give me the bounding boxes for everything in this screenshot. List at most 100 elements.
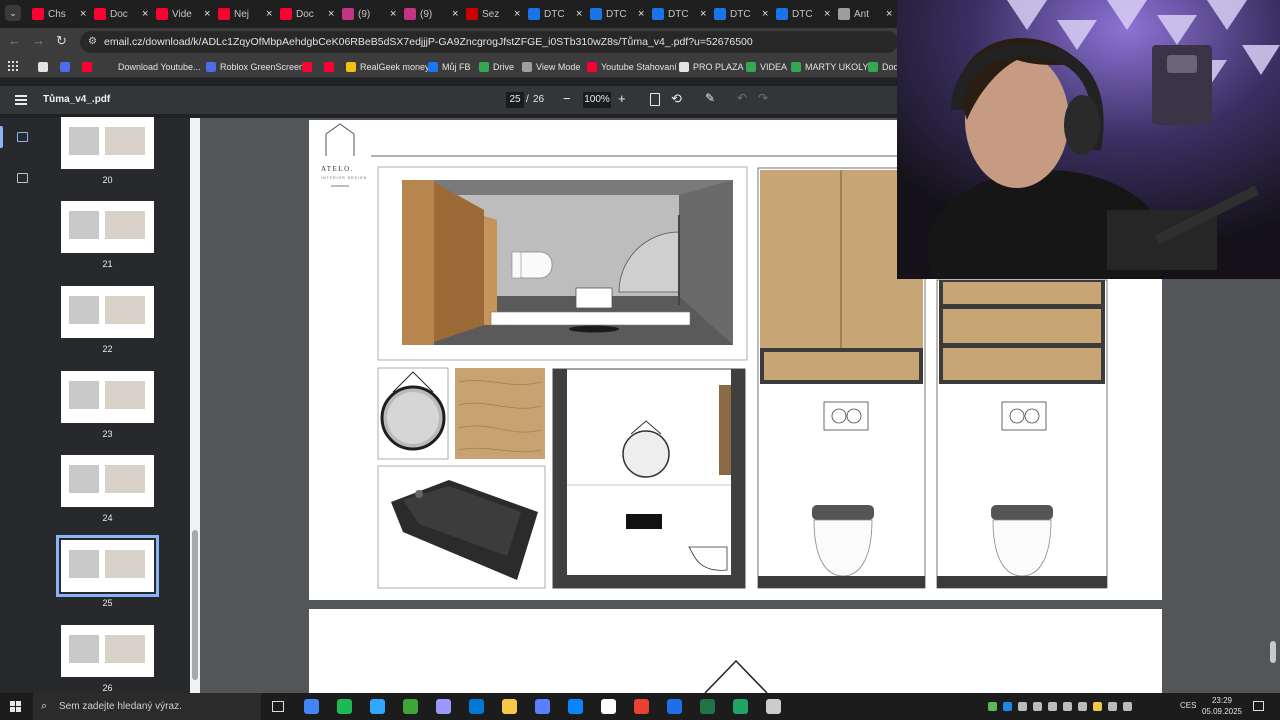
tab-close-icon[interactable]: × (266, 8, 272, 20)
tab-close-icon[interactable]: × (452, 8, 458, 20)
tab-close-icon[interactable]: × (328, 8, 334, 20)
taskbar-app-icon[interactable] (403, 699, 418, 714)
reload-icon[interactable]: ↻ (56, 33, 67, 49)
taskbar-app-icon[interactable] (634, 699, 649, 714)
thumbnails-view-icon[interactable] (17, 132, 28, 142)
tab-0[interactable]: Chs × (28, 3, 88, 25)
zoom-in-button[interactable]: + (618, 91, 626, 106)
tray-icons[interactable] (988, 702, 1168, 712)
taskbar-search[interactable]: ⌕ Sem zadejte hledaný výraz. (33, 693, 261, 720)
tab-5[interactable]: (9) × (338, 3, 398, 25)
bookmark-8[interactable]: Můj FB (428, 59, 471, 75)
tab-close-icon[interactable]: × (638, 8, 644, 20)
taskbar-app-icon[interactable] (337, 699, 352, 714)
tab-4[interactable]: Doc × (276, 3, 336, 25)
taskbar-app-icon[interactable] (601, 699, 616, 714)
page-thumbnail[interactable] (61, 371, 154, 423)
viewer-scrollbar-thumb[interactable] (1270, 641, 1276, 663)
tab-label: Chs (48, 8, 66, 20)
taskbar-clock[interactable]: 23:29 05.09.2025 (1200, 695, 1244, 717)
zoom-out-button[interactable]: − (563, 91, 571, 106)
site-info-icon[interactable]: ⚙ (88, 31, 97, 53)
bookmark-3[interactable]: Download Youtube... (104, 59, 201, 75)
bookmark-11[interactable]: Youtube Stahovaní (587, 59, 677, 75)
page-thumbnail[interactable] (56, 535, 159, 597)
tab-1[interactable]: Doc × (90, 3, 150, 25)
tab-6[interactable]: (9) × (400, 3, 460, 25)
redo-icon[interactable]: ↷ (758, 91, 768, 105)
page-thumbnail[interactable] (61, 625, 154, 677)
page-thumbnail[interactable] (61, 455, 154, 507)
tab-close-icon[interactable]: × (204, 8, 210, 20)
windows-start-icon[interactable] (10, 701, 21, 712)
bookmark-2[interactable] (82, 59, 96, 75)
page-thumbnail[interactable] (61, 286, 154, 338)
bookmark-6[interactable] (324, 59, 338, 75)
back-icon[interactable]: ← (8, 33, 21, 48)
taskbar-app-icon[interactable] (766, 699, 781, 714)
tab-3[interactable]: Nej × (214, 3, 274, 25)
webcam-image (897, 0, 1280, 279)
taskbar-app-icon[interactable] (733, 699, 748, 714)
input-language[interactable]: CES (1180, 701, 1196, 710)
forward-icon[interactable]: → (32, 33, 45, 48)
tab-close-icon[interactable]: × (390, 8, 396, 20)
tab-close-icon[interactable]: × (762, 8, 768, 20)
undo-icon[interactable]: ↶ (737, 91, 747, 105)
fit-page-icon[interactable] (650, 93, 660, 106)
bookmark-13[interactable]: VIDEA (746, 59, 787, 75)
apps-icon[interactable] (8, 61, 18, 71)
tab-close-icon[interactable]: × (824, 8, 830, 20)
tab-close-icon[interactable]: × (886, 8, 892, 20)
bookmark-15[interactable]: Dod (868, 59, 899, 75)
logo-name: ATELO. (321, 165, 354, 173)
tab-7[interactable]: Sez × (462, 3, 522, 25)
taskbar-app-icon[interactable] (535, 699, 550, 714)
taskbar-app-icon[interactable] (667, 699, 682, 714)
tab-close-icon[interactable]: × (700, 8, 706, 20)
tab-8[interactable]: DTC × (524, 3, 584, 25)
taskbar-app-icon[interactable] (568, 699, 583, 714)
tab-favicon-icon (838, 8, 850, 20)
zoom-level-input[interactable]: 100% (583, 92, 611, 108)
tab-11[interactable]: DTC × (710, 3, 770, 25)
taskbar-app-icon[interactable] (700, 699, 715, 714)
tab-search-button[interactable]: ⌄ (5, 5, 21, 21)
bookmark-12[interactable]: PRO PLAZA (679, 59, 744, 75)
bookmark-14[interactable]: MARTY UKOLY (791, 59, 869, 75)
tab-label: (9) (358, 8, 371, 20)
sidebar-scrollbar-thumb[interactable] (192, 530, 198, 680)
page-thumbnail[interactable] (61, 117, 154, 169)
tab-close-icon[interactable]: × (514, 8, 520, 20)
bookmark-7[interactable]: RealGeek money (346, 59, 430, 75)
thumbnail-page-number: 22 (102, 344, 113, 354)
bookmark-5[interactable] (302, 59, 316, 75)
annotate-icon[interactable]: ✎ (705, 91, 715, 105)
tab-close-icon[interactable]: × (576, 8, 582, 20)
tab-9[interactable]: DTC × (586, 3, 646, 25)
tab-13[interactable]: Ant × (834, 3, 894, 25)
task-view-icon[interactable] (272, 701, 284, 712)
notifications-icon[interactable] (1253, 701, 1264, 711)
tab-12[interactable]: DTC × (772, 3, 832, 25)
page-number-input[interactable]: 25 (506, 92, 524, 108)
rotate-icon[interactable]: ⟲ (671, 91, 682, 107)
taskbar-app-icon[interactable] (502, 699, 517, 714)
url-field[interactable]: ⚙ email.cz/download/k/ADLc1ZqyOfMbpAehdg… (80, 31, 898, 53)
taskbar-app-icon[interactable] (436, 699, 451, 714)
bookmark-0[interactable] (38, 59, 52, 75)
tab-close-icon[interactable]: × (80, 8, 86, 20)
taskbar-app-icon[interactable] (304, 699, 319, 714)
tab-close-icon[interactable]: × (142, 8, 148, 20)
outline-view-icon[interactable] (17, 173, 28, 183)
menu-icon[interactable] (15, 95, 27, 105)
bookmark-4[interactable]: Roblox GreenScreen (206, 59, 304, 75)
taskbar-app-icon[interactable] (469, 699, 484, 714)
tab-10[interactable]: DTC × (648, 3, 708, 25)
page-thumbnail[interactable] (61, 201, 154, 253)
bookmark-10[interactable]: View Mode (522, 59, 580, 75)
bookmark-1[interactable] (60, 59, 74, 75)
tab-2[interactable]: Vide × (152, 3, 212, 25)
bookmark-9[interactable]: Drive (479, 59, 514, 75)
taskbar-app-icon[interactable] (370, 699, 385, 714)
